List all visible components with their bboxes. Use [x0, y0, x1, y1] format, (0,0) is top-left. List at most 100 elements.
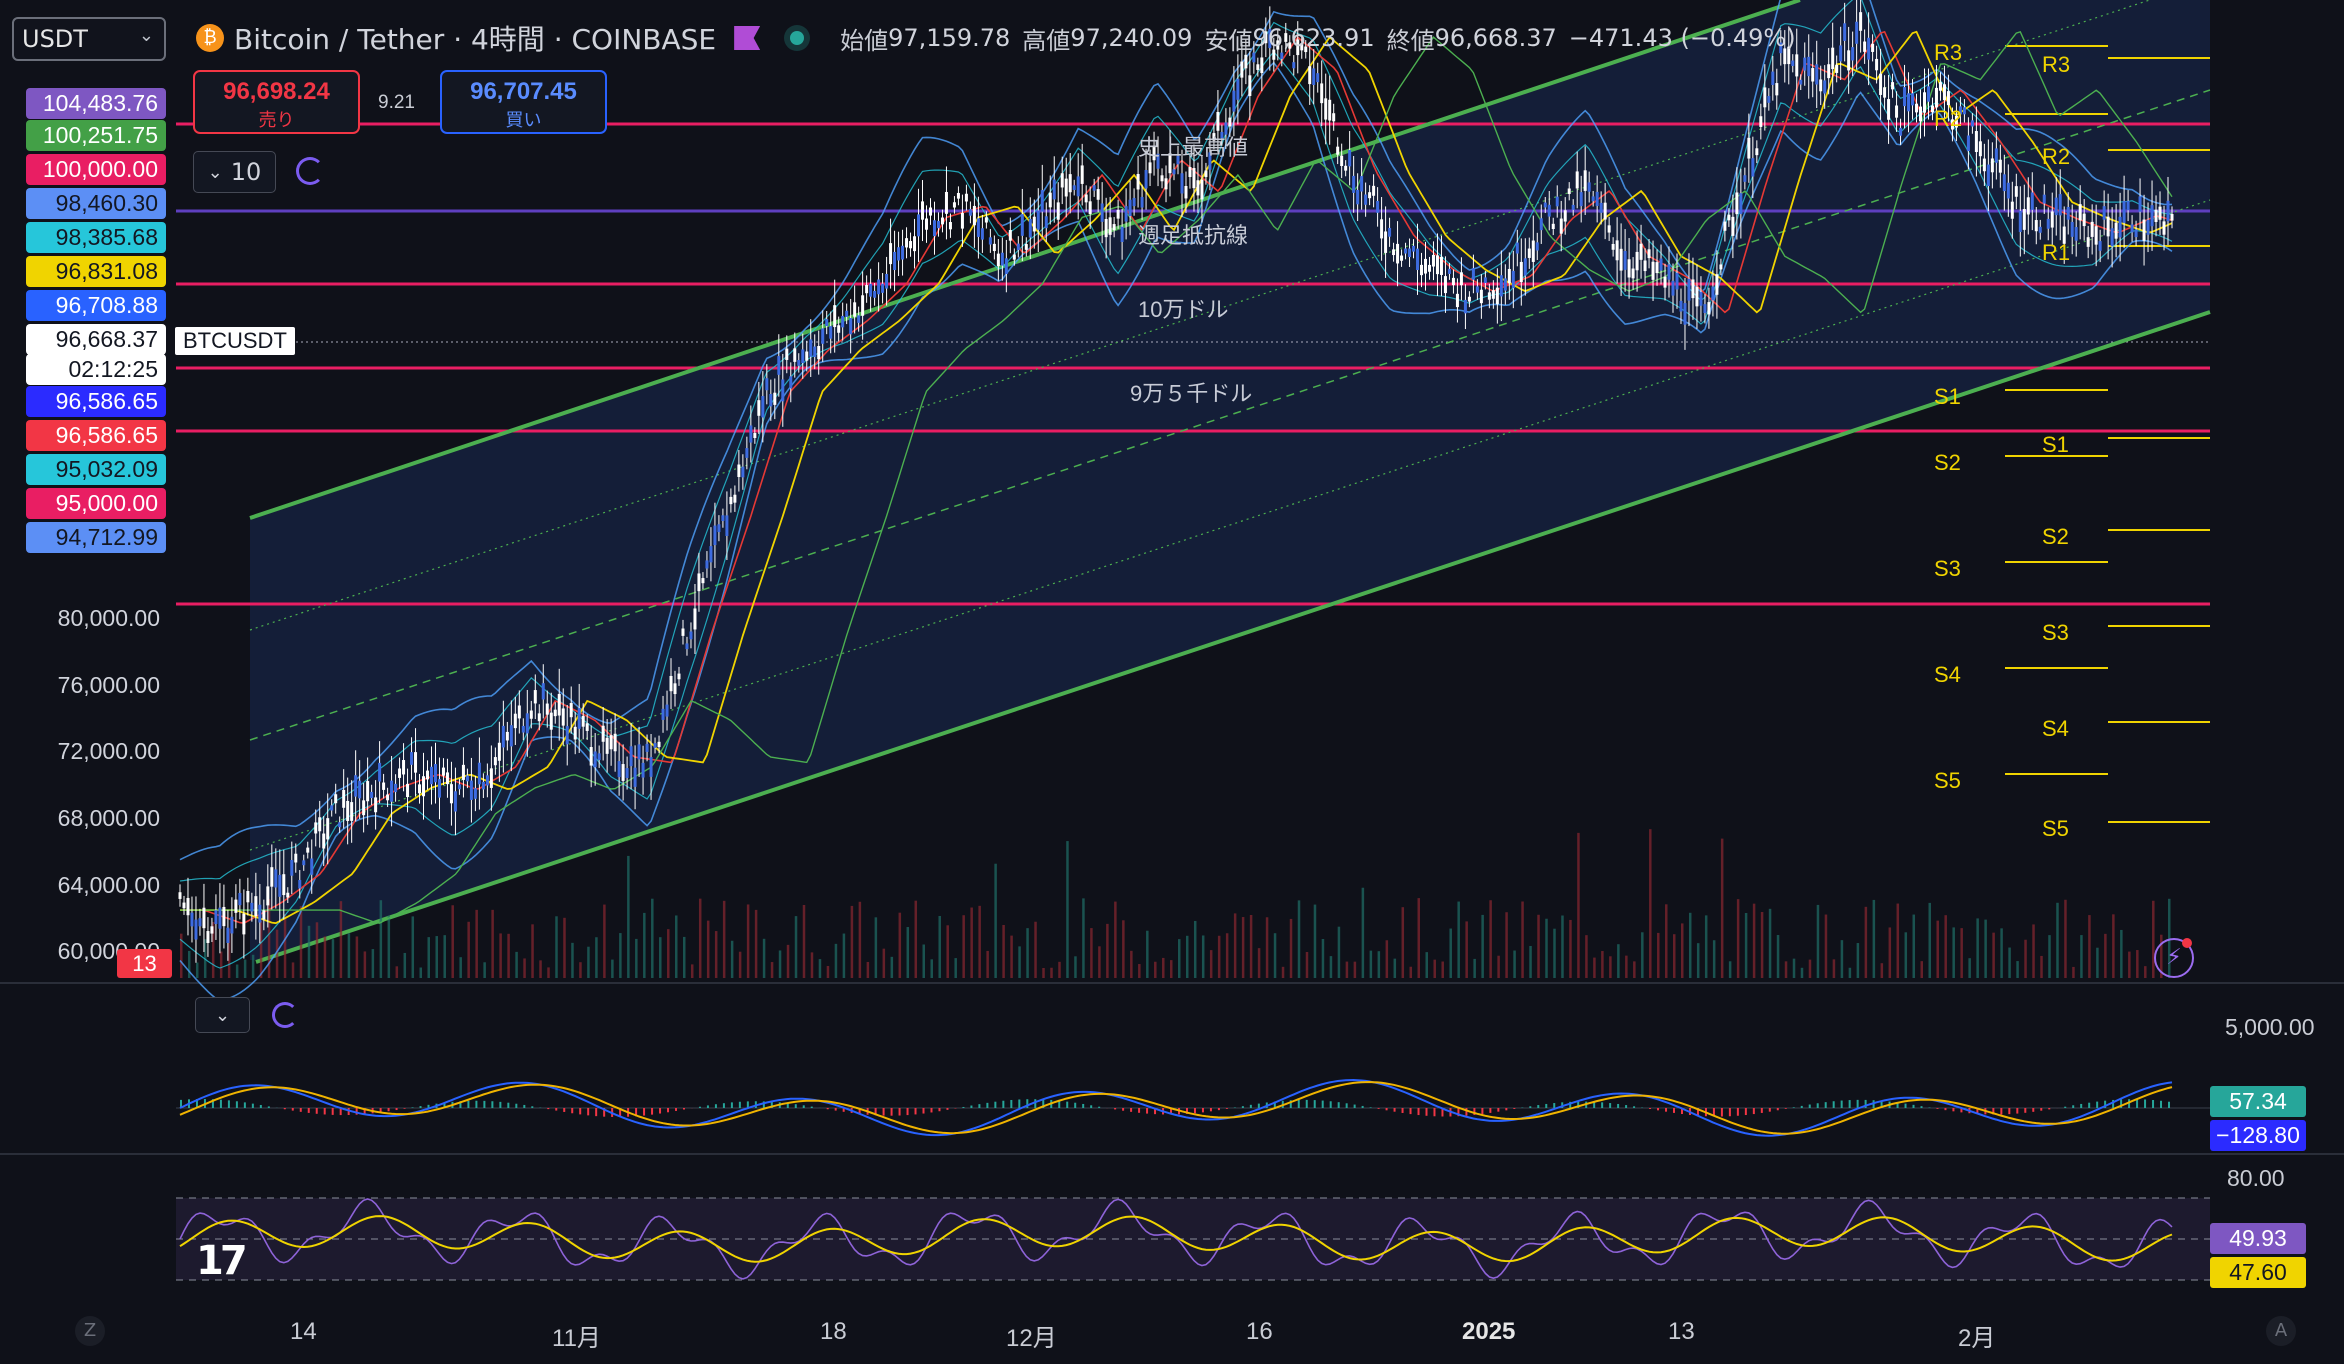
candle-body [1687, 278, 1691, 301]
sell-button[interactable]: 96,698.24 売り [193, 70, 360, 134]
candle-body [278, 874, 282, 897]
candle-body [1356, 189, 1360, 205]
candle-body [194, 919, 198, 940]
candle-body [1060, 173, 1064, 188]
candle-body [2014, 186, 2018, 197]
candle-body [1483, 277, 1487, 283]
candle-body [1044, 216, 1048, 229]
volume-bar [2032, 924, 2035, 978]
candle-body [1946, 91, 1950, 106]
macd-histogram-bar [962, 1106, 965, 1108]
macd-histogram-bar [1553, 1103, 1556, 1108]
volume-bar [451, 905, 454, 978]
volume-bar [1864, 906, 1868, 978]
volume-bar [1042, 967, 1045, 978]
volume-bar [706, 920, 710, 978]
candle-body [749, 425, 753, 443]
candle-body [190, 912, 194, 927]
candle-body [1068, 174, 1072, 193]
candle-body [893, 251, 897, 271]
volume-bar [994, 863, 997, 978]
macd-histogram-bar [1018, 1099, 1021, 1108]
price-chart-canvas[interactable] [0, 0, 2344, 1364]
ohlc-low-label: 安値 [1204, 26, 1253, 55]
candle-body [1172, 169, 1176, 175]
candle-body [621, 764, 625, 781]
candle-body [801, 349, 805, 364]
sync-icon[interactable] [296, 157, 324, 185]
candle-body [1320, 83, 1324, 104]
candle-body [1982, 158, 1986, 172]
volume-bar [1449, 928, 1452, 978]
auto-scale-button[interactable]: A [2266, 1316, 2296, 1346]
zoom-z-button[interactable]: Z [75, 1316, 105, 1346]
price-tick-label: 80,000.00 [57, 605, 160, 631]
macd-histogram-bar [1321, 1100, 1324, 1108]
macd-collapse-toggle[interactable]: ⌄ [195, 997, 250, 1033]
volume-bar [1848, 967, 1852, 978]
volume-bar [603, 904, 606, 978]
macd-histogram-bar [1768, 1108, 1771, 1112]
candle-body [805, 351, 809, 361]
volume-bar [738, 951, 742, 978]
macd-histogram-bar [1760, 1108, 1763, 1113]
macd-histogram-bar [1856, 1099, 1859, 1108]
candle-body [1675, 272, 1679, 290]
price-axis-box: 96,668.37 [26, 324, 166, 355]
candle-body [701, 578, 705, 584]
volume-bar [1824, 914, 1828, 978]
candle-body [885, 273, 889, 289]
volume-bar [283, 913, 287, 978]
candle-body [952, 202, 956, 208]
macd-histogram-bar [2144, 1099, 2147, 1108]
volume-bar [930, 959, 933, 978]
volume-bar [1768, 908, 1772, 978]
volume-bar [1633, 961, 1636, 978]
volume-bar [1162, 957, 1165, 978]
candle-body [1791, 60, 1795, 66]
price-axis-box: 100,251.75 [26, 120, 166, 151]
volume-bar [2128, 951, 2131, 978]
candle-body [653, 743, 657, 748]
volume-bar [690, 964, 694, 978]
volume-bar [2144, 966, 2147, 978]
buy-button[interactable]: 96,707.45 買い [440, 70, 607, 134]
symbol-title[interactable]: Bitcoin / Tether · 4時間 · COINBASE [234, 18, 716, 58]
candle-body [1248, 75, 1252, 96]
candle-body [202, 907, 206, 929]
candle-body [1240, 61, 1244, 78]
macd-histogram-bar [1353, 1104, 1356, 1108]
chart-header: ₿ Bitcoin / Tether · 4時間 · COINBASE 始値 9… [196, 18, 1796, 58]
macd-histogram-bar [659, 1108, 662, 1114]
macd-sync-icon[interactable] [272, 1002, 298, 1028]
indicators-toggle[interactable]: ⌄ 10 [193, 151, 276, 193]
volume-bar [355, 936, 359, 978]
candle-body [1715, 274, 1719, 295]
volume-bar [1545, 918, 1548, 978]
macd-histogram-bar [651, 1108, 654, 1115]
macd-histogram-bar [738, 1101, 741, 1108]
macd-histogram-bar [2064, 1106, 2067, 1108]
volume-bar [1034, 921, 1037, 978]
macd-histogram-bar [1529, 1106, 1532, 1108]
price-axis-box: 95,000.00 [26, 488, 166, 519]
price-axis-box: 95,032.09 [26, 454, 166, 485]
volume-bar [1776, 935, 1780, 978]
macd-histogram-bar [587, 1108, 590, 1116]
candle-body [314, 822, 318, 834]
volume-bar [619, 933, 622, 978]
symbol-select[interactable]: USDT ⌄ [12, 17, 166, 61]
sell-price: 96,698.24 [223, 78, 330, 105]
candle-body [1603, 202, 1607, 220]
candle-body [350, 802, 354, 821]
volume-bar [1193, 920, 1197, 978]
macd-histogram-bar [1848, 1100, 1851, 1108]
macd-histogram-bar [595, 1108, 598, 1117]
flag-icon[interactable] [734, 26, 761, 50]
volume-bar [435, 936, 438, 978]
volume-bar [698, 898, 702, 978]
volume-bar [1912, 914, 1916, 978]
macd-histogram-bar [243, 1102, 246, 1108]
chart-stage[interactable]: USDT ⌄ ₿ Bitcoin / Tether · 4時間 · COINBA… [0, 0, 2344, 1364]
candle-body [1040, 190, 1044, 212]
